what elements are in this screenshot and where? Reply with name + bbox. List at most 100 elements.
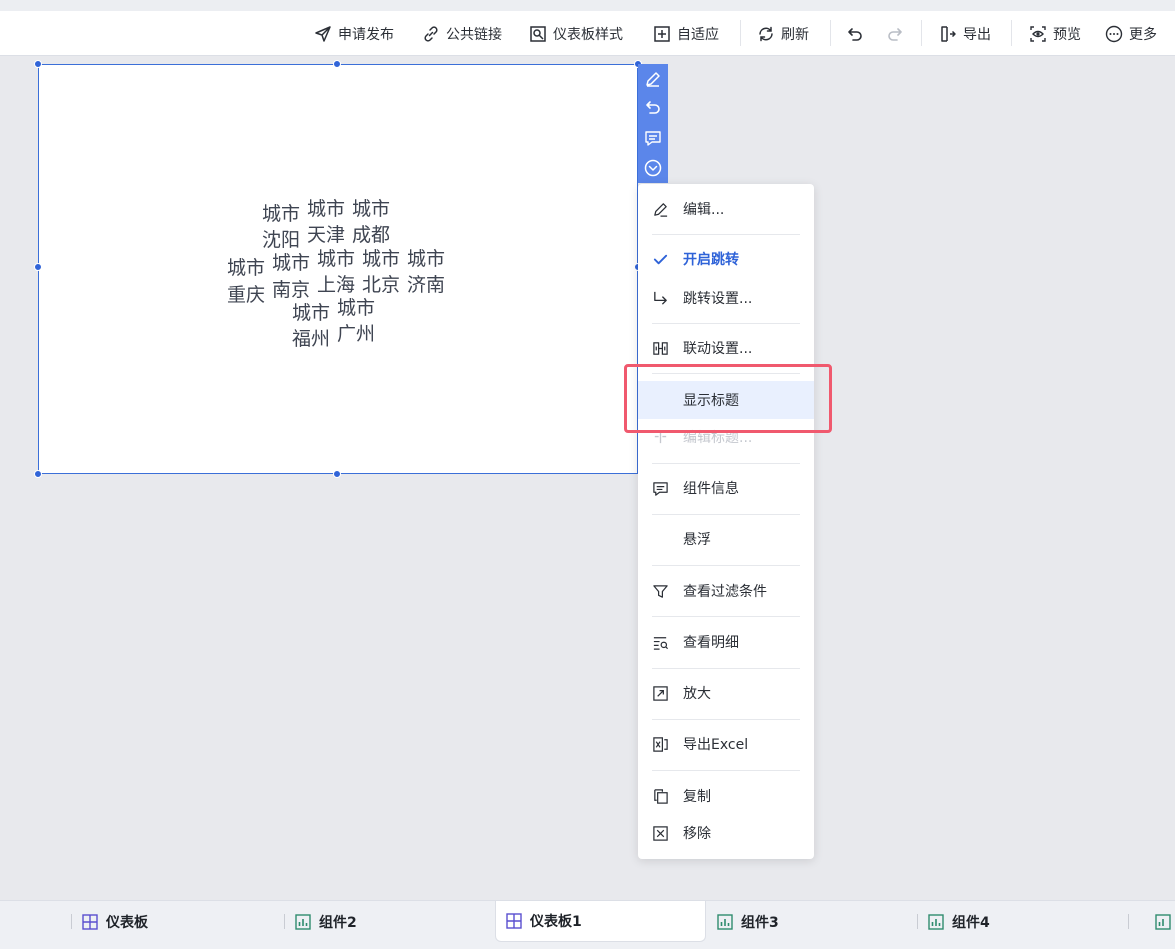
dashboard-style-button[interactable]: 仪表板样式 [529,11,623,56]
refresh-label: 刷新 [781,26,809,43]
add-tab-button[interactable] [1155,901,1171,942]
menu-item-label: 移除 [683,826,711,842]
word-label: 城市 [337,297,376,319]
menu-item-edit[interactable]: 编辑... [638,193,814,225]
filter-icon [652,584,668,598]
export-button[interactable]: 导出 [939,11,991,56]
edit-widget-button[interactable] [638,64,668,94]
menu-item-remove[interactable]: 移除 [638,817,814,849]
tab-component3[interactable]: 组件3 [717,901,779,942]
resize-handle[interactable] [34,60,42,68]
more-widget-button[interactable] [638,153,668,183]
check-icon [653,254,667,264]
more-button[interactable]: 更多 [1105,11,1157,56]
link-settings-icon [652,341,668,355]
more-icon [1105,25,1123,42]
component-icon [295,913,311,930]
preview-button[interactable]: 预览 [1029,11,1081,56]
export-icon [941,25,956,42]
tab-label: 组件3 [741,914,779,931]
component-icon [928,913,944,930]
refresh-button[interactable]: 刷新 [757,11,809,56]
menu-item-label: 导出Excel [683,737,749,753]
tab-label: 仪表板1 [530,914,582,930]
menu-item-view-filters[interactable]: 查看过滤条件 [638,575,814,607]
adaptive-button[interactable]: 自适应 [653,11,719,56]
word-value: 重庆 [227,284,266,306]
tab-dashboard1[interactable]: 仪表板1 [495,901,706,942]
tab-divider [71,914,72,929]
menu-item-export-excel[interactable]: 导出Excel [638,728,814,760]
style-icon [530,25,546,42]
redo-icon [888,27,902,41]
menu-item-label: 复制 [683,789,711,805]
word-value: 福州 [292,328,331,350]
menu-divider [652,770,800,771]
publish-button[interactable]: 申请发布 [314,11,394,56]
menu-divider [652,616,800,617]
word-value: 济南 [407,274,446,296]
menu-item-jump-settings[interactable]: 跳转设置... [638,282,814,314]
menu-item-label: 悬浮 [683,532,711,548]
menu-item-linkage-settings[interactable]: 联动设置... [638,332,814,364]
menu-item-label: 开启跳转 [683,252,739,268]
comment-widget-button[interactable] [638,123,668,153]
word-label: 城市 [227,257,266,279]
resize-handle[interactable] [34,263,42,271]
word-label: 城市 [262,203,301,225]
bottom-tab-bar: 仪表板 组件2 仪表板1 组件3 组件4 [0,900,1175,949]
redo-button[interactable] [886,11,904,56]
menu-item-zoom[interactable]: 放大 [638,677,814,709]
public-link-button[interactable]: 公共链接 [422,11,502,56]
tab-component4[interactable]: 组件4 [928,901,990,942]
word-label: 城市 [272,252,311,274]
menu-divider [652,323,800,324]
component-icon [717,913,733,930]
tab-divider [917,914,918,929]
remove-icon [652,825,668,841]
menu-item-label: 查看明细 [683,635,739,651]
dashboard-style-label: 仪表板样式 [553,26,623,43]
refresh-icon [759,26,773,41]
resize-handle[interactable] [333,60,341,68]
edit-icon [646,72,660,87]
word-value: 天津 [307,224,346,246]
menu-divider [652,514,800,515]
tab-divider [284,914,285,929]
menu-item-copy[interactable]: 复制 [638,780,814,812]
menu-item-view-details[interactable]: 查看明细 [638,626,814,658]
word-label: 城市 [292,302,331,324]
excel-icon [652,736,668,752]
tab-dashboard[interactable]: 仪表板 [82,901,148,942]
export-label: 导出 [963,26,991,43]
comment-icon [645,131,661,146]
zoom-icon [652,685,668,701]
undo-widget-button[interactable] [638,93,668,123]
undo-button[interactable] [846,11,864,56]
word-label: 城市 [362,248,401,270]
edit-icon [653,202,667,217]
toolbar-divider [921,20,922,46]
tab-component2[interactable]: 组件2 [295,901,357,942]
tab-label: 组件2 [319,914,357,931]
word-label: 城市 [307,198,346,220]
menu-item-label: 查看过滤条件 [683,584,767,600]
adaptive-label: 自适应 [677,26,719,43]
top-strip [0,0,1175,11]
resize-handle[interactable] [333,470,341,478]
toolbar-divider [740,20,741,46]
menu-item-enable-jump[interactable]: 开启跳转 [638,243,814,275]
dashboard-icon [82,913,98,930]
app-root: 申请发布 公共链接 仪表板样式 自适应 刷新 导出 预览 更多 城市 沈阳 城市… [0,0,1175,949]
tab-divider [1128,914,1129,929]
menu-divider [652,668,800,669]
menu-item-label: 联动设置... [683,341,753,357]
context-menu: 编辑... 开启跳转 跳转设置... 联动设置... 显示标题 编辑标题... … [638,184,814,859]
menu-item-component-info[interactable]: 组件信息 [638,472,814,504]
resize-handle[interactable] [34,470,42,478]
word-cloud-widget[interactable]: 城市 沈阳 城市 天津 城市 成都 城市 重庆 城市 南京 城市 上海 城市 北… [38,64,638,474]
jump-arrow-icon [653,291,667,305]
menu-item-float[interactable]: 悬浮 [638,523,814,555]
preview-icon [1030,25,1046,42]
word-label: 城市 [352,198,391,220]
